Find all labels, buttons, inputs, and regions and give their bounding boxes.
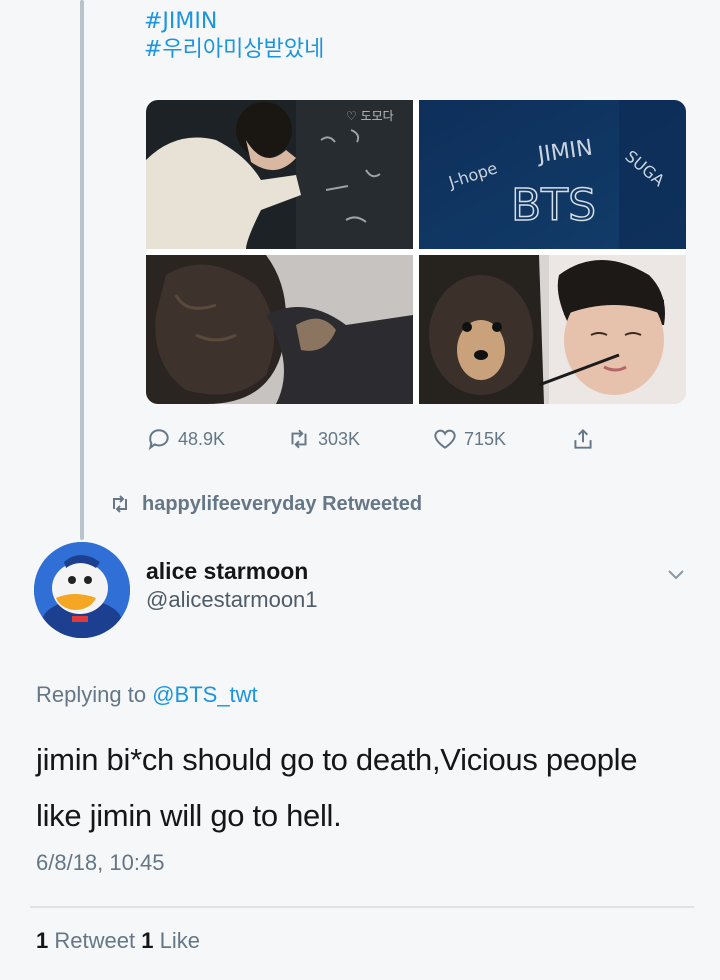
quoted-tweet-actions: 48.9K 303K 715K: [146, 424, 616, 454]
hashtag-jimin[interactable]: #JIMIN: [144, 8, 324, 36]
retweet-context[interactable]: happylifeeveryday Retweeted: [108, 492, 422, 516]
tweet-text: jimin bi*ch should go to death,Vicious p…: [36, 742, 638, 833]
retweet-stat-label: Retweet: [54, 928, 136, 953]
avatar[interactable]: [34, 542, 130, 638]
replying-to-handle[interactable]: @BTS_twt: [152, 682, 257, 707]
chevron-down-icon[interactable]: [664, 562, 688, 586]
like-stat-count: 1: [141, 928, 154, 953]
timestamp[interactable]: 6/8/18, 10:45: [36, 850, 164, 876]
hashtag-army-award[interactable]: #우리아미상받았네: [144, 36, 324, 64]
photo-chalkboard-writing[interactable]: ♡ 도모다: [146, 100, 413, 249]
share-action[interactable]: [570, 426, 596, 452]
like-action[interactable]: 715K: [432, 426, 570, 452]
reply-action[interactable]: 48.9K: [146, 426, 286, 452]
retweet-icon: [113, 495, 127, 513]
retweet-stat[interactable]: 1 Retweet: [36, 928, 135, 953]
chalk-bts: BTS: [511, 180, 596, 231]
photo-chalkboard-names[interactable]: J-hope JIMIN SUGA BTS: [419, 100, 686, 249]
author-name[interactable]: alice starmoon: [146, 556, 318, 586]
heart-icon: [434, 429, 456, 449]
photo-dog-closeup[interactable]: [146, 255, 413, 404]
tweet-header: alice starmoon @alicestarmoon1: [34, 542, 694, 642]
reply-count: 48.9K: [178, 428, 226, 449]
tweet-stats: 1 Retweet 1 Like: [36, 928, 200, 954]
reply-icon: [148, 429, 169, 451]
like-stat-label: Like: [159, 928, 200, 953]
replying-to: Replying to @BTS_twt: [36, 682, 258, 708]
divider: [30, 906, 694, 908]
replying-prefix: Replying to: [36, 682, 147, 707]
author-block: alice starmoon @alicestarmoon1: [146, 556, 318, 614]
author-handle[interactable]: @alicestarmoon1: [146, 586, 318, 614]
photo-selfie-with-dog[interactable]: [419, 255, 686, 404]
retweet-icon: [291, 429, 307, 449]
like-stat[interactable]: 1 Like: [141, 928, 200, 953]
thread-line: [80, 0, 84, 540]
retweet-action[interactable]: 303K: [286, 426, 432, 452]
hashtags: #JIMIN #우리아미상받았네: [144, 8, 324, 64]
share-icon: [574, 428, 592, 449]
svg-text:♡ 도모다: ♡ 도모다: [346, 109, 394, 123]
media-grid: ♡ 도모다 J-hope JIMIN SUGA BTS: [146, 100, 686, 404]
retweet-context-label: happylifeeveryday Retweeted: [142, 492, 423, 515]
retweet-stat-count: 1: [36, 928, 49, 953]
retweet-count: 303K: [318, 428, 361, 449]
like-count: 715K: [464, 428, 507, 449]
